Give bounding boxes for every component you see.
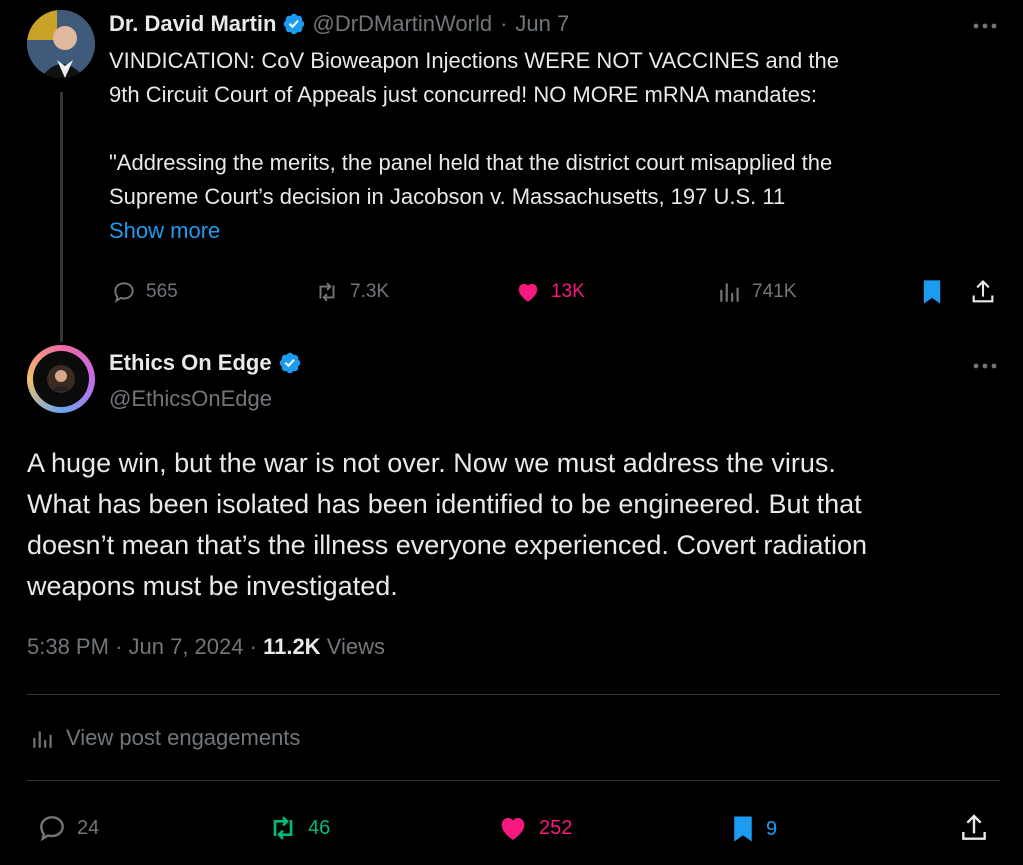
view-engagements-link[interactable]: View post engagements [30, 725, 300, 751]
parent-date[interactable]: Jun 7 [515, 11, 569, 37]
parent-views-button[interactable]: 741K [716, 279, 796, 305]
like-count: 252 [539, 816, 573, 839]
repost-count: 46 [308, 816, 331, 839]
repost-count: 7.3K [350, 281, 390, 302]
parent-text-line: VINDICATION: CoV Bioweapon Injections WE… [109, 48, 839, 73]
post-avatar[interactable] [27, 345, 95, 413]
thread-line [60, 92, 63, 342]
views-count: 11.2K [263, 634, 321, 659]
verified-badge-icon [279, 352, 300, 374]
repost-icon [319, 282, 335, 302]
reply-count: 565 [146, 281, 178, 302]
reply-icon [40, 816, 64, 842]
repost-icon [273, 816, 293, 840]
more-icon[interactable] [972, 22, 998, 30]
post-text-line: A huge win, but the war is not over. Now… [27, 448, 836, 478]
share-icon[interactable] [958, 812, 990, 844]
parent-repost-button[interactable]: 7.3K [312, 279, 389, 305]
like-button[interactable]: 252 [495, 812, 572, 844]
share-icon[interactable] [969, 278, 997, 306]
show-more-link[interactable]: Show more [109, 214, 1009, 248]
post-text-line: doesn’t mean that’s the illness everyone… [27, 530, 867, 560]
post-header: Ethics On Edge [109, 350, 308, 376]
parent-reply-button[interactable]: 565 [110, 279, 178, 305]
separator-dot: · [249, 634, 257, 659]
bookmark-icon [734, 816, 752, 842]
views-icon [720, 283, 739, 302]
divider [27, 694, 1000, 695]
avatar-image [27, 10, 95, 78]
post-text: A huge win, but the war is not over. Now… [27, 443, 987, 607]
reply-button[interactable]: 24 [35, 812, 99, 844]
like-icon [501, 818, 525, 840]
bookmark-button[interactable]: 9 [728, 812, 777, 846]
post-date[interactable]: Jun 7, 2024 [129, 634, 244, 659]
divider [27, 780, 1000, 781]
separator-dot: · [115, 634, 123, 659]
parent-text-line: Supreme Court’s decision in Jacobson v. … [109, 184, 786, 209]
bookmark-count: 9 [766, 817, 778, 840]
post-text-line: weapons must be investigated. [27, 571, 398, 601]
reply-icon [114, 282, 134, 303]
parent-author-name[interactable]: Dr. David Martin [109, 11, 276, 37]
parent-like-button[interactable]: 13K [513, 279, 585, 305]
more-icon[interactable] [972, 362, 998, 370]
like-icon [518, 283, 538, 302]
analytics-icon [33, 731, 52, 748]
bookmark-icon[interactable] [918, 277, 946, 307]
reply-count: 24 [77, 816, 100, 839]
post-handle[interactable]: @EthicsOnEdge [109, 386, 272, 412]
views-count: 741K [752, 281, 797, 302]
like-count: 13K [551, 281, 585, 302]
avatar-image [33, 351, 89, 407]
parent-text: VINDICATION: CoV Bioweapon Injections WE… [109, 44, 1009, 248]
repost-button[interactable]: 46 [264, 812, 330, 844]
parent-text-line: 9th Circuit Court of Appeals just concur… [109, 82, 817, 107]
parent-text-line: "Addressing the merits, the panel held t… [109, 150, 833, 175]
post-meta: 5:38 PM · Jun 7, 2024 · 11.2K Views [27, 634, 385, 660]
engagements-label: View post engagements [66, 725, 301, 750]
post-text-line: What has been isolated has been identifi… [27, 489, 862, 519]
parent-header: Dr. David Martin @DrDMartinWorld · Jun 7 [109, 11, 569, 37]
separator-dot: · [500, 11, 508, 36]
verified-badge-icon [284, 13, 305, 35]
views-label: Views [326, 634, 385, 659]
post-author-name[interactable]: Ethics On Edge [109, 350, 272, 376]
parent-handle[interactable]: @DrDMartinWorld [312, 11, 492, 37]
post-time[interactable]: 5:38 PM [27, 634, 109, 659]
parent-avatar[interactable] [27, 10, 95, 78]
